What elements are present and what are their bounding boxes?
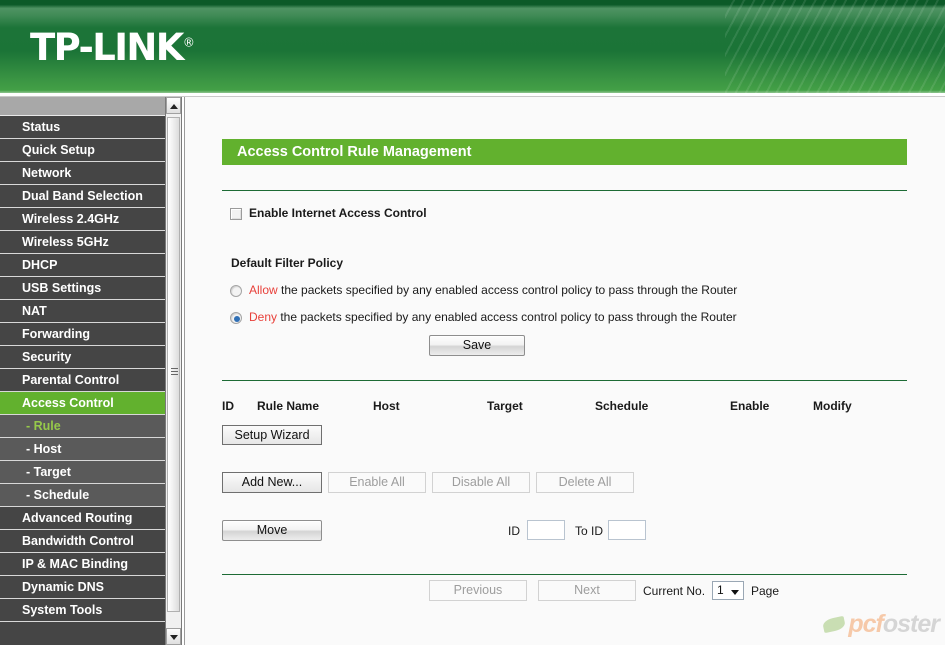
sidebar-item-dual-band-selection[interactable]: Dual Band Selection — [0, 185, 165, 208]
page-header: TP-LINK® — [0, 0, 945, 93]
tplink-logo: TP-LINK® — [30, 29, 195, 66]
page-title: Access Control Rule Management — [237, 144, 472, 160]
sidebar-item-advanced-routing[interactable]: Advanced Routing — [0, 507, 165, 530]
chevron-down-icon — [170, 635, 178, 640]
scrollbar-thumb[interactable] — [167, 117, 180, 612]
move-id-input[interactable] — [527, 520, 565, 540]
page-number-select[interactable]: 1 — [712, 581, 744, 600]
column-header-rule-name: Rule Name — [257, 399, 320, 413]
sidebar-item-parental-control[interactable]: Parental Control — [0, 369, 165, 392]
sidebar-item-nat[interactable]: NAT — [0, 300, 165, 323]
sidebar-item-dynamic-dns[interactable]: Dynamic DNS — [0, 576, 165, 599]
sidebar-item-rule[interactable]: - Rule — [0, 415, 165, 438]
watermark-text-primary: pcf — [848, 610, 883, 638]
policy-allow-text: the packets specified by any enabled acc… — [277, 283, 738, 297]
sidebar-item-status[interactable]: Status — [0, 116, 165, 139]
column-header-enable: Enable — [730, 399, 770, 413]
move-to-id-label: To ID — [575, 524, 604, 538]
column-header-target: Target — [487, 399, 523, 413]
enable-all-button[interactable]: Enable All — [328, 472, 426, 493]
delete-all-button[interactable]: Delete All — [536, 472, 634, 493]
policy-allow-radio[interactable] — [230, 285, 242, 297]
move-button[interactable]: Move — [222, 520, 322, 541]
scroll-down-button[interactable] — [166, 628, 181, 645]
sidebar-item-system-tools[interactable]: System Tools — [0, 599, 165, 622]
current-page-label: Current No. — [643, 584, 706, 598]
sidebar-item-access-control[interactable]: Access Control — [0, 392, 165, 415]
column-header-id: ID — [222, 399, 234, 413]
policy-deny-label: Deny the packets specified by any enable… — [249, 310, 737, 324]
pcfoster-watermark: pcf oster — [822, 610, 940, 639]
page-suffix-label: Page — [751, 584, 780, 598]
sidebar-item-wireless-2-4ghz[interactable]: Wireless 2.4GHz — [0, 208, 165, 231]
default-filter-policy-heading: Default Filter Policy — [231, 256, 344, 270]
divider-pagination — [222, 574, 907, 575]
policy-deny-keyword: Deny — [249, 310, 278, 324]
column-header-host: Host — [373, 399, 400, 413]
enable-internet-access-control-checkbox[interactable] — [230, 208, 242, 220]
save-button[interactable]: Save — [429, 335, 525, 356]
policy-deny-radio[interactable] — [230, 312, 242, 324]
move-id-label: ID — [508, 524, 520, 538]
leaf-icon — [822, 615, 847, 634]
move-to-id-input[interactable] — [608, 520, 646, 540]
divider-top — [222, 190, 907, 191]
disable-all-button[interactable]: Disable All — [432, 472, 530, 493]
scroll-up-button[interactable] — [166, 97, 181, 114]
registered-trademark-icon: ® — [182, 35, 195, 50]
policy-allow-label: Allow the packets specified by any enabl… — [249, 283, 737, 297]
sidebar-item-host[interactable]: - Host — [0, 438, 165, 461]
main-content: Access Control Rule Management Enable In… — [184, 97, 945, 645]
divider-table-top — [222, 380, 907, 381]
column-header-modify: Modify — [813, 399, 852, 413]
policy-deny-text: the packets specified by any enabled acc… — [277, 310, 737, 324]
policy-allow-keyword: Allow — [249, 283, 278, 297]
sidebar-scrollbar[interactable] — [165, 97, 182, 645]
sidebar-item-ip-mac-binding[interactable]: IP & MAC Binding — [0, 553, 165, 576]
add-new-button[interactable]: Add New... — [222, 472, 322, 493]
sidebar-item-usb-settings[interactable]: USB Settings — [0, 277, 165, 300]
page-number-value: 1 — [717, 583, 724, 597]
sidebar-item-quick-setup[interactable]: Quick Setup — [0, 139, 165, 162]
router-admin-page: TP-LINK® Status Quick Setup Network Dual Ba… — [0, 0, 945, 645]
chevron-up-icon — [170, 104, 178, 109]
sidebar-item-security[interactable]: Security — [0, 346, 165, 369]
sidebar-item-bandwidth-control[interactable]: Bandwidth Control — [0, 530, 165, 553]
next-page-button[interactable]: Next — [538, 580, 636, 601]
sidebar-navigation: Status Quick Setup Network Dual Band Select… — [0, 97, 165, 645]
sidebar-item-network[interactable]: Network — [0, 162, 165, 185]
page-title-banner: Access Control Rule Management — [222, 139, 907, 165]
sidebar-item-target[interactable]: - Target — [0, 461, 165, 484]
sidebar-item-schedule[interactable]: - Schedule — [0, 484, 165, 507]
sidebar-item-dhcp[interactable]: DHCP — [0, 254, 165, 277]
chevron-down-icon — [731, 590, 739, 595]
brand-name: TP-LINK — [30, 26, 184, 69]
enable-internet-access-control-label: Enable Internet Access Control — [249, 206, 427, 220]
setup-wizard-button[interactable]: Setup Wizard — [222, 425, 322, 445]
scrollbar-grip-icon — [171, 368, 178, 375]
sidebar-top-spacer — [0, 97, 165, 116]
previous-page-button[interactable]: Previous — [429, 580, 527, 601]
watermark-text-secondary: oster — [882, 610, 940, 638]
header-decoration — [725, 0, 945, 93]
sidebar-item-forwarding[interactable]: Forwarding — [0, 323, 165, 346]
column-header-schedule: Schedule — [595, 399, 649, 413]
sidebar-item-wireless-5ghz[interactable]: Wireless 5GHz — [0, 231, 165, 254]
